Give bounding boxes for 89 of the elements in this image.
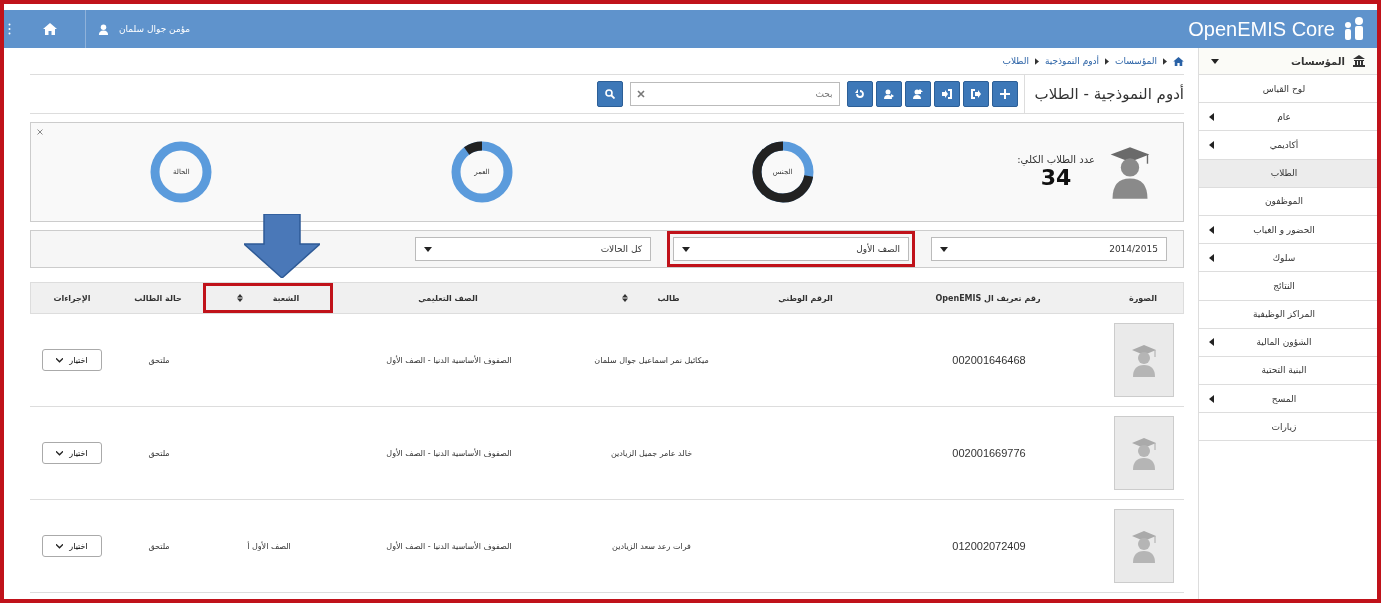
caret-icon (1211, 58, 1219, 64)
grade-cell: الصفوف الأساسية الدنيا - الصف الأول (386, 541, 512, 551)
sidebar-header[interactable]: المؤسسات (1199, 48, 1377, 75)
chevron-icon (1034, 57, 1039, 65)
caret-icon (1209, 112, 1214, 121)
home-icon[interactable] (43, 23, 57, 35)
caret-icon (56, 357, 64, 363)
caret-icon (1209, 253, 1214, 262)
app-logo-text: OpenEMIS Core (1188, 17, 1335, 41)
caret-icon (1209, 338, 1214, 347)
total-students-label: عدد الطلاب الكلي: (1017, 154, 1095, 165)
chevron-icon (1163, 57, 1167, 65)
clear-icon[interactable] (636, 90, 645, 98)
select-dropdown[interactable]: اختيار (42, 349, 102, 371)
openemis-id-cell: 002001646468 (952, 354, 1026, 366)
search-button[interactable] (596, 81, 623, 107)
grade-cell: الصفوف الأساسية الدنيا - الصف الأول (386, 355, 512, 365)
breadcrumb-link[interactable]: الطلاب (1002, 56, 1029, 66)
sidebar-item[interactable]: المراكز الوظيفية (1199, 300, 1377, 329)
student-name-cell[interactable]: فرات رعد سعد الزيادين (612, 541, 691, 551)
caret-icon (1209, 225, 1214, 234)
student-name-cell[interactable]: خالد عامر جميل الزيادين (610, 448, 693, 458)
page-title: أدوم النموذجية - الطلاب (1023, 75, 1184, 113)
sidebar-item[interactable]: الشؤون المالية (1199, 328, 1377, 357)
caret-icon (424, 246, 432, 252)
chevron-icon (1105, 57, 1110, 65)
breadcrumb-link[interactable]: أدوم النموذجية (1044, 56, 1100, 66)
plus-icon (999, 89, 1010, 99)
sort-icon[interactable] (236, 294, 243, 302)
sidebar-item[interactable]: لوح القياس (1199, 75, 1377, 104)
exit-arrow-icon (970, 89, 981, 99)
column-header: الرقم الوطني (777, 292, 834, 305)
home-icon[interactable] (1173, 56, 1184, 66)
openemis-id-cell: 012002072409 (952, 540, 1026, 552)
caret-icon (1209, 140, 1214, 149)
breadcrumb-link[interactable]: المؤسسات (1115, 56, 1157, 66)
transfer-button[interactable] (875, 81, 902, 107)
class-cell: الصف الأول أ (247, 541, 291, 551)
total-students-count: 34 (1040, 165, 1072, 190)
search-field[interactable]: بحث (629, 82, 840, 106)
sidebar-item[interactable]: زيارات (1199, 413, 1377, 442)
column-header: الإجراءات (52, 292, 92, 305)
sidebar-item[interactable]: أكاديمي (1199, 131, 1377, 160)
sidebar-item[interactable]: عام (1199, 103, 1377, 132)
user-up-icon (912, 89, 923, 99)
sidebar-item[interactable]: النتائج (1199, 272, 1377, 301)
building-icon (1353, 55, 1365, 67)
column-header: حالة الطالب (133, 292, 183, 305)
filter-dropdown[interactable]: 2014/2015 (931, 237, 1167, 261)
caret-icon (56, 543, 64, 549)
caret-icon (940, 246, 948, 252)
column-header[interactable]: طالب (563, 283, 738, 313)
sort-icon[interactable] (621, 294, 628, 302)
user-icon[interactable] (98, 23, 109, 35)
column-header: الصورة (1128, 292, 1158, 305)
sidebar-item[interactable]: سلوك (1199, 244, 1377, 273)
add-button[interactable] (991, 81, 1018, 107)
promote-button[interactable] (904, 81, 931, 107)
user-swap-icon (883, 89, 894, 99)
sidebar-item[interactable]: الموظفون (1199, 187, 1377, 216)
drag-handle-icon[interactable] (8, 23, 11, 35)
filter-dropdown[interactable]: الصف الأول (673, 237, 909, 261)
caret-icon (1209, 394, 1214, 403)
export-button[interactable] (962, 81, 989, 107)
caret-icon (56, 450, 64, 456)
sidebar-item[interactable]: البنية التحتية (1199, 356, 1377, 386)
search-icon (604, 89, 615, 99)
close-icon[interactable] (37, 129, 43, 135)
sidebar-item[interactable]: المسح (1199, 385, 1377, 414)
select-dropdown[interactable]: اختيار (42, 535, 102, 557)
sidebar-title: المؤسسات (1291, 55, 1345, 67)
caret-icon (682, 246, 690, 252)
column-header: رقم تعريف ال OpenEMIS (934, 292, 1042, 305)
sidebar-item[interactable]: الطلاب (1199, 159, 1377, 188)
status-cell: ملتحق (148, 448, 170, 458)
filter-dropdown[interactable]: كل الحالات (415, 237, 651, 261)
openemis-id-cell: 002001669776 (952, 447, 1026, 459)
student-name-cell[interactable]: ميكائيل نمر اسماعيل جوال سلمان (594, 355, 709, 365)
enter-arrow-icon (941, 89, 952, 99)
column-header[interactable]: الشعبة (203, 283, 333, 313)
status-cell: ملتحق (148, 541, 170, 551)
select-dropdown[interactable]: اختيار (42, 442, 102, 464)
undo-button[interactable] (846, 81, 873, 107)
sidebar-item[interactable]: الحضور و الغياب (1199, 215, 1377, 245)
grade-cell: الصفوف الأساسية الدنيا - الصف الأول (386, 448, 512, 458)
status-cell: ملتحق (148, 355, 170, 365)
undo-icon (854, 89, 865, 99)
import-button[interactable] (933, 81, 960, 107)
column-header: الصف التعليمي (417, 292, 479, 305)
